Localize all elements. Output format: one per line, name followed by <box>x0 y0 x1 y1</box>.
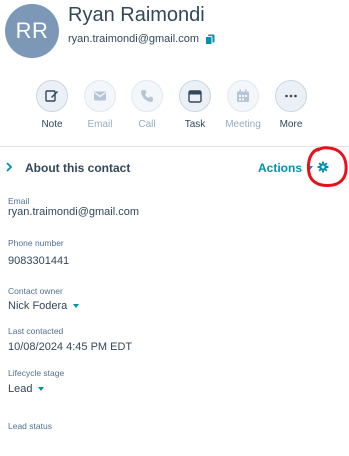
email-field-value[interactable]: ryan.traimondi@gmail.com <box>8 206 139 218</box>
email-field-label: Email <box>8 196 30 206</box>
chevron-down-icon <box>38 387 45 391</box>
call-button[interactable] <box>131 80 163 112</box>
phone-field-value[interactable]: 9083301441 <box>8 255 69 267</box>
section-title: About this contact <box>25 161 131 175</box>
note-label: Note <box>41 119 63 130</box>
phone-icon <box>141 90 153 102</box>
more-icon <box>285 94 297 98</box>
email-label: Email <box>87 119 113 130</box>
contact-owner-select[interactable]: Nick Fodera <box>8 300 80 312</box>
lead-status-label: Lead status <box>8 421 52 431</box>
more-button[interactable] <box>275 80 307 112</box>
calendar-icon <box>237 89 249 102</box>
task-icon <box>188 89 202 103</box>
lifecycle-stage-value: Lead <box>8 383 33 395</box>
task-label: Task <box>184 119 206 130</box>
activity-actions: Note Email Call Task Meeting More <box>0 80 349 134</box>
meeting-button[interactable] <box>227 80 259 112</box>
red-circle-annotation <box>306 146 348 187</box>
avatar[interactable]: RR <box>5 4 59 58</box>
note-button[interactable] <box>36 80 68 112</box>
email-action[interactable]: Email <box>80 80 120 130</box>
contact-header: RR Ryan Raimondi ryan.traimondi@gmail.co… <box>0 0 349 70</box>
email-icon <box>94 91 106 101</box>
last-contacted-value[interactable]: 10/08/2024 4:45 PM EDT <box>8 341 132 353</box>
lifecycle-stage-label: Lifecycle stage <box>8 368 65 378</box>
more-label: More <box>279 119 303 130</box>
task-button[interactable] <box>179 80 211 112</box>
email-field[interactable]: Email ryan.traimondi@gmail.com <box>8 196 139 218</box>
note-action[interactable]: Note <box>32 80 72 130</box>
contact-owner-value: Nick Fodera <box>8 300 68 312</box>
actions-label: Actions <box>258 161 303 175</box>
contact-name: Ryan Raimondi <box>68 4 205 26</box>
last-contacted-label: Last contacted <box>8 326 64 336</box>
meeting-label: Meeting <box>225 119 261 130</box>
contact-owner-label: Contact owner <box>8 286 63 296</box>
call-action[interactable]: Call <box>127 80 167 130</box>
section-divider <box>0 146 349 147</box>
contact-email: ryan.traimondi@gmail.com <box>68 33 199 45</box>
meeting-action[interactable]: Meeting <box>223 80 263 130</box>
email-button[interactable] <box>84 80 116 112</box>
chevron-right-icon[interactable] <box>6 162 12 172</box>
phone-field[interactable]: Phone number 9083301441 <box>8 238 69 267</box>
about-section-header[interactable]: About this contact Actions <box>0 155 349 181</box>
avatar-initials: RR <box>15 18 49 43</box>
copy-icon[interactable] <box>205 34 215 45</box>
more-action[interactable]: More <box>271 80 311 130</box>
call-label: Call <box>138 119 156 130</box>
phone-field-label: Phone number <box>8 238 64 248</box>
note-icon <box>45 90 58 102</box>
contact-email-row: ryan.traimondi@gmail.com <box>68 33 215 45</box>
lead-status-field[interactable]: Lead status <box>8 421 52 431</box>
last-contacted-field[interactable]: Last contacted 10/08/2024 4:45 PM EDT <box>8 326 132 353</box>
chevron-down-icon <box>73 304 80 308</box>
lifecycle-stage-field[interactable]: Lifecycle stage Lead <box>8 368 64 395</box>
contact-owner-field[interactable]: Contact owner Nick Fodera <box>8 286 80 312</box>
lifecycle-stage-select[interactable]: Lead <box>8 383 64 395</box>
task-action[interactable]: Task <box>175 80 215 130</box>
